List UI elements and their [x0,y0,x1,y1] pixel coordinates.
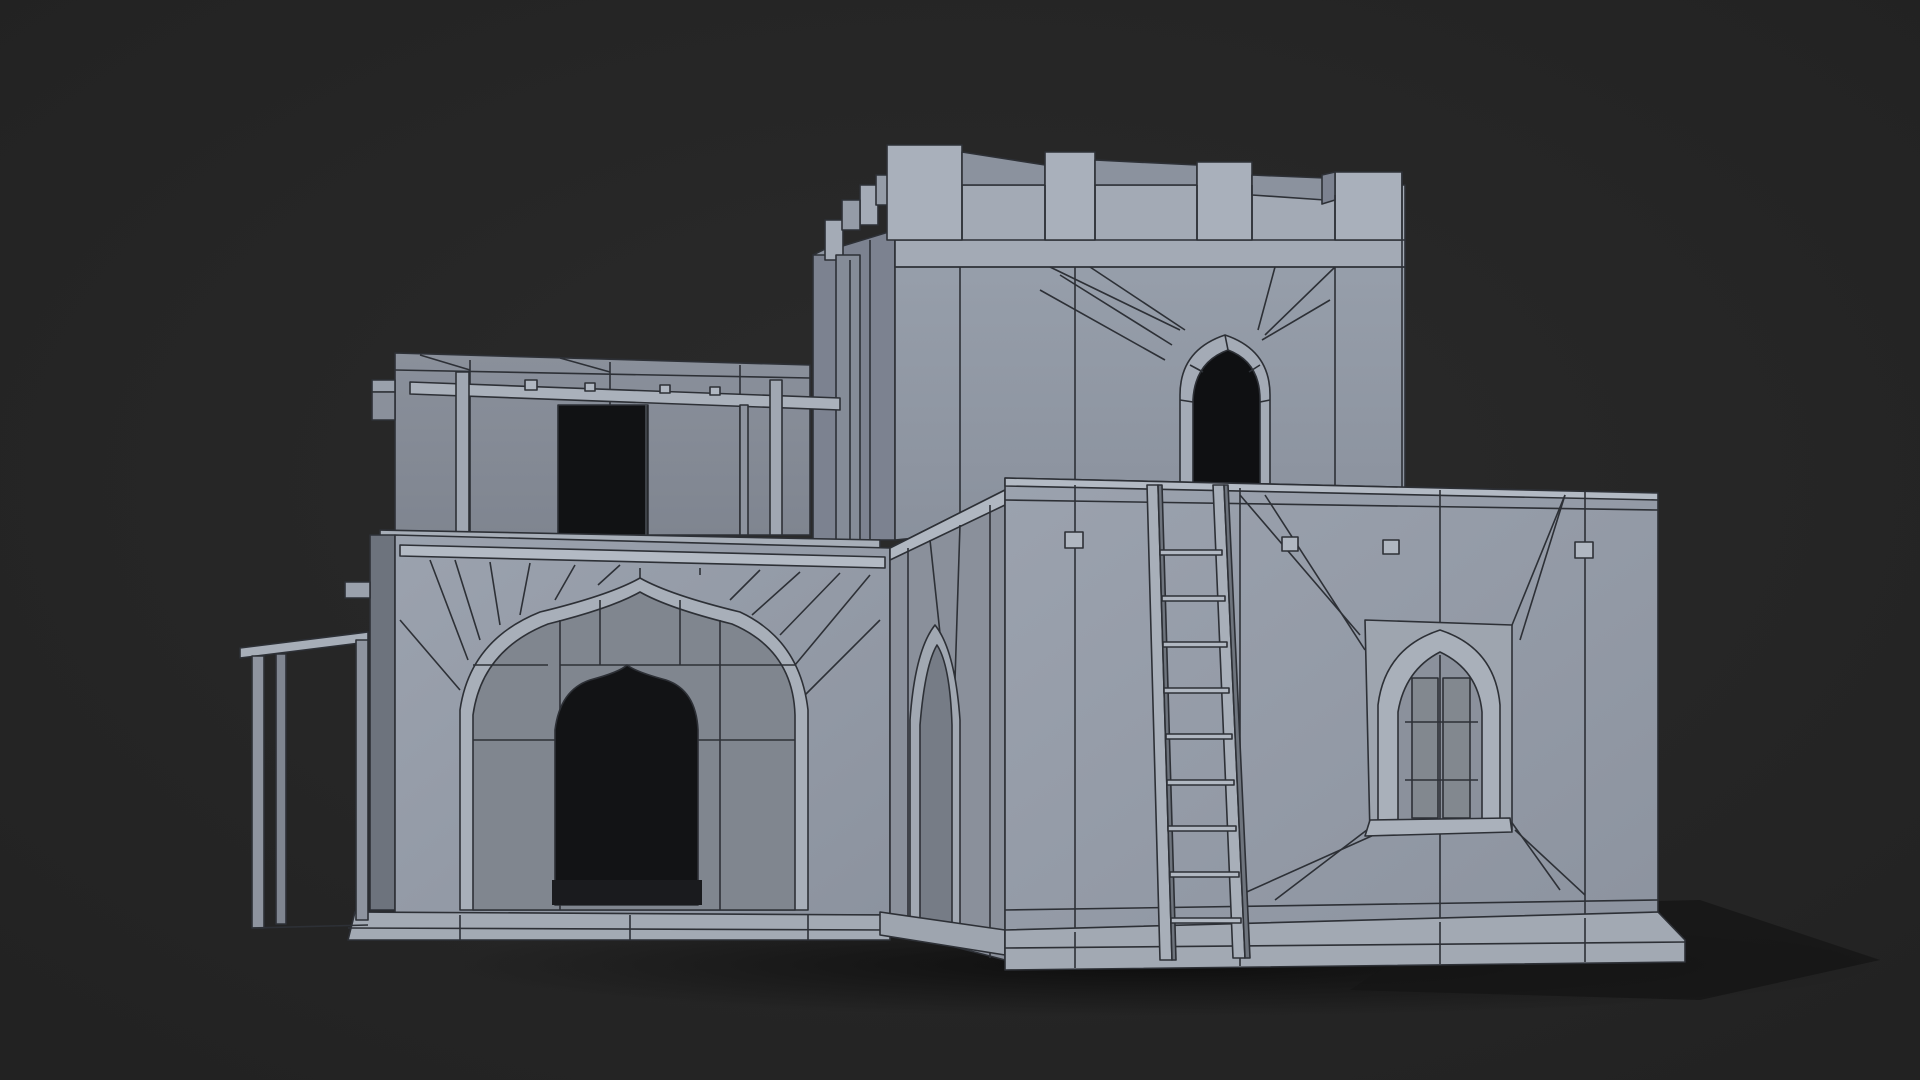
main-block [1004,477,1686,971]
iwan-inner-doorway [554,664,699,906]
merlon [1044,151,1096,241]
wall-peg [1064,531,1084,549]
wall-peg [1281,536,1299,552]
wall-peg [1382,539,1400,555]
pergola-post [455,371,470,536]
merlon [886,144,963,241]
merlon [1334,171,1403,241]
upper-doorway [557,404,649,536]
pergola-post [769,379,783,536]
building-render [0,0,1920,1080]
merlon [1196,161,1253,241]
window-shutter-left [1411,677,1439,819]
viewport-render [0,0,1920,1080]
porch-post [275,653,287,925]
connector-wall [879,489,1006,961]
porch-post [251,655,265,929]
iwan-block [347,534,891,941]
wall-peg [1574,541,1594,559]
upper-storey-left [371,352,881,553]
window-shutter-right [1442,677,1471,819]
